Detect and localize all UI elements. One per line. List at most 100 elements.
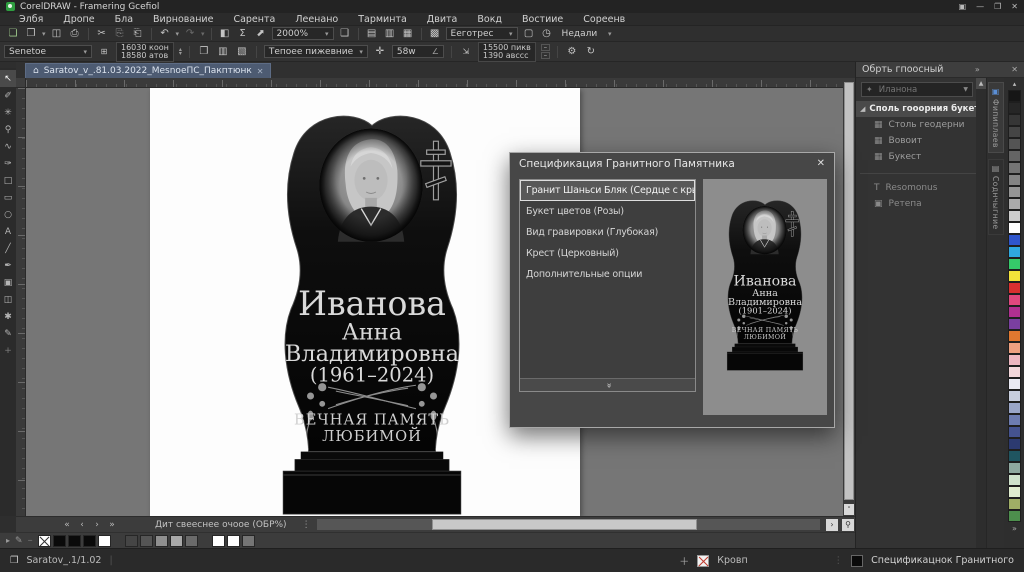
fill-mode-combo[interactable]: Тепоее пижевние ▾	[264, 45, 368, 58]
vertical-scrollbar-thumb[interactable]	[844, 82, 854, 500]
maximize-button[interactable]: ❐	[994, 2, 1001, 11]
palette-swatch[interactable]	[1008, 186, 1021, 198]
menu-file[interactable]: Элбя	[10, 14, 52, 25]
grid-icon-3[interactable]: ▦	[401, 27, 415, 40]
menu-edit[interactable]: Дропе	[54, 14, 103, 25]
spec-item-bouquet[interactable]: Букет цветов (Розы)	[520, 201, 695, 222]
document-tab-close-icon[interactable]: ✕	[257, 67, 264, 76]
image-frame-tool[interactable]: ▣	[0, 274, 16, 291]
next-page-button[interactable]: ›	[91, 520, 103, 530]
paste-icon[interactable]: ⎗	[131, 27, 145, 40]
palette-swatch[interactable]	[1008, 162, 1021, 174]
undo-dropdown-icon[interactable]: ▾	[176, 30, 180, 38]
palette-flyout-icon[interactable]: ▸	[6, 536, 10, 545]
eyedropper-icon[interactable]: ✎	[15, 536, 23, 546]
position-spinner[interactable]: ▴ ▾	[179, 48, 182, 56]
close-button[interactable]: ✕	[1011, 2, 1018, 11]
freehand-tool[interactable]: ∿	[0, 138, 16, 155]
palette-swatch[interactable]	[1008, 246, 1021, 258]
palette-swatch[interactable]	[1008, 150, 1021, 162]
palette-swatch[interactable]	[1008, 258, 1021, 270]
horizontal-scrollbar[interactable]	[317, 519, 820, 530]
palette-swatch[interactable]	[1008, 90, 1021, 102]
export-icon[interactable]: ⬈	[254, 27, 268, 40]
artistic-media-tool[interactable]: ✑	[0, 155, 16, 172]
palette-swatch[interactable]	[1008, 222, 1021, 234]
palette-swatch[interactable]	[1008, 366, 1021, 378]
fill-tool[interactable]: ✱	[0, 308, 16, 325]
outline-tool[interactable]: ✎	[0, 325, 16, 342]
document-swatch[interactable]	[242, 535, 255, 547]
placeholder-frame-tool[interactable]: ◫	[0, 291, 16, 308]
specification-dialog[interactable]: Спецификация Гранитного Памятника ✕ Гран…	[509, 152, 835, 428]
palette-swatch[interactable]	[1008, 282, 1021, 294]
palette-scroll-up-icon[interactable]: ▴	[1013, 80, 1017, 90]
spec-item-options[interactable]: Дополнительные опции	[520, 264, 695, 285]
palette-swatch[interactable]	[1008, 510, 1021, 522]
zoom-level-combo[interactable]: 2000% ▾	[272, 27, 334, 40]
palette-swatch[interactable]	[1008, 354, 1021, 366]
menu-window[interactable]: Сореенв	[574, 14, 634, 25]
ellipse-tool[interactable]: ○	[0, 206, 16, 223]
scroll-right-button[interactable]: ›	[826, 519, 838, 531]
height-value[interactable]: 1390 авссс	[483, 52, 531, 60]
document-swatch[interactable]	[53, 535, 66, 547]
frame-rect-tool[interactable]: ▭	[0, 189, 16, 206]
document-swatch[interactable]	[227, 535, 240, 547]
object-size-fields[interactable]: 15500 пикв 1390 авссс	[478, 42, 536, 62]
docker-scrollbar[interactable]: ▲	[976, 78, 986, 548]
prev-page-button[interactable]: ‹	[76, 520, 88, 530]
pan-zoom-button[interactable]: ⚲	[842, 519, 854, 531]
menu-object[interactable]: Сарента	[224, 14, 284, 25]
docker-tab-2[interactable]: ▤ Соднчыгние	[988, 159, 1004, 235]
zoom-tool[interactable]: ⚲	[0, 121, 16, 138]
palette-swatch[interactable]	[1008, 294, 1021, 306]
menu-effects[interactable]: Леенано	[286, 14, 347, 25]
group-icon[interactable]: ▥	[216, 45, 230, 58]
palette-swatch[interactable]	[1008, 210, 1021, 222]
save-icon[interactable]: ◫	[50, 27, 64, 40]
horizontal-ruler[interactable]	[26, 78, 843, 88]
menu-layout[interactable]: Вирнование	[144, 14, 222, 25]
gear-icon[interactable]: ⚙	[565, 45, 579, 58]
mirror-h-icon[interactable]: ▧	[235, 45, 249, 58]
palette-swatch[interactable]	[1008, 462, 1021, 474]
scroll-down-button[interactable]: ˅	[844, 504, 854, 515]
style-combo[interactable]: Senetoe ▾	[4, 45, 92, 58]
presets-combo[interactable]: Ееготрес ▾	[446, 27, 518, 40]
page-menu-icon[interactable]: ⋮	[302, 520, 311, 530]
document-swatch[interactable]	[170, 535, 183, 547]
layer-group-header[interactable]: ◢ Споль гооорния букет спюложеанный	[856, 101, 986, 117]
palette-swatch[interactable]	[1008, 474, 1021, 486]
open-dropdown-icon[interactable]: ▾	[42, 30, 46, 38]
pen-tool[interactable]: ✒	[0, 257, 16, 274]
page-tab[interactable]: Дит свееснее очоое (ОБР%)	[147, 520, 295, 530]
vertical-ruler[interactable]	[16, 88, 26, 516]
document-swatch[interactable]	[98, 535, 111, 547]
cut-icon[interactable]: ✂	[95, 27, 109, 40]
frame-mode-icon[interactable]: ❐	[197, 45, 211, 58]
document-swatch[interactable]	[185, 535, 198, 547]
weeks-combo[interactable]: Недали ▾	[558, 27, 616, 40]
palette-swatch[interactable]	[1008, 438, 1021, 450]
table-grid-icon[interactable]: ▩	[428, 27, 442, 40]
palette-swatch[interactable]	[1008, 270, 1021, 282]
palette-swatch[interactable]	[1008, 114, 1021, 126]
dialog-title-bar[interactable]: Спецификация Гранитного Памятника ✕	[510, 153, 834, 174]
border-icon[interactable]: ▢	[522, 27, 536, 40]
import-icon[interactable]: ◧	[218, 27, 232, 40]
spec-item-engraving[interactable]: Вид гравировки (Глубокая)	[520, 222, 695, 243]
search-input[interactable]	[877, 84, 960, 96]
angle-combo[interactable]: 58w ∠	[392, 45, 444, 58]
text-tool[interactable]: A	[0, 223, 16, 240]
no-fill-swatch[interactable]	[697, 555, 709, 567]
copy-icon[interactable]: ⎘	[113, 27, 127, 40]
title-bar[interactable]: CorelDRAW - Framering Gcefiol ▣ — ❐ ✕	[0, 0, 1024, 13]
smear-tool[interactable]: ✳	[0, 104, 16, 121]
scroll-up-icon[interactable]: ▲	[976, 78, 986, 89]
sync-icon[interactable]: ↻	[584, 45, 598, 58]
rectangle-tool[interactable]: □	[0, 172, 16, 189]
clock-icon[interactable]: ◷	[540, 27, 554, 40]
palette-swatch[interactable]	[1008, 390, 1021, 402]
document-swatch[interactable]	[140, 535, 153, 547]
